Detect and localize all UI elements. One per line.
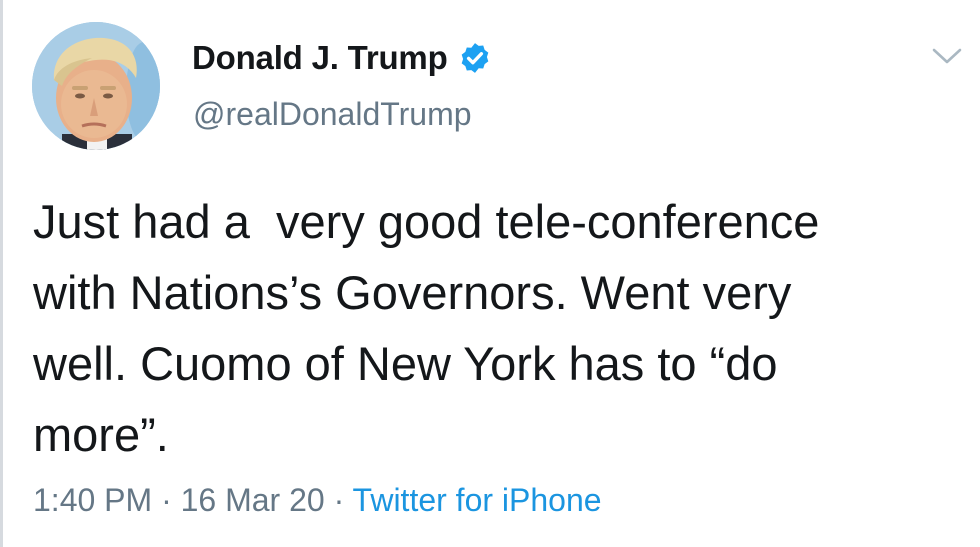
tweet-text-line: more”. — [33, 408, 169, 461]
meta-separator: · — [333, 482, 345, 518]
tweet-date[interactable]: 16 Mar 20 — [181, 482, 325, 518]
avatar[interactable] — [32, 22, 160, 150]
tweet-meta: 1:40 PM · 16 Mar 20 · Twitter for iPhone — [33, 482, 602, 519]
author-display-name[interactable]: Donald J. Trump — [192, 39, 448, 77]
tweet-source-link[interactable]: Twitter for iPhone — [353, 482, 602, 518]
meta-separator: · — [161, 482, 172, 518]
tweet-text-line: Just had a very good tele-conference — [33, 195, 820, 248]
tweet-text-line: with Nations’s Governors. Went very — [33, 266, 792, 319]
verified-badge-icon — [461, 43, 488, 73]
author-name-row: Donald J. Trump — [192, 35, 492, 81]
tweet-text: Just had a very good tele-conference with… — [33, 186, 973, 470]
chevron-down-icon[interactable] — [930, 44, 964, 68]
tweet-text-line: well. Cuomo of New York has to “do — [33, 337, 778, 390]
card-left-border — [0, 0, 3, 547]
avatar-image — [32, 22, 160, 150]
author-handle[interactable]: @realDonaldTrump — [193, 96, 472, 133]
tweet-time[interactable]: 1:40 PM — [33, 482, 152, 518]
tweet-card: Donald J. Trump @realDonaldTrump Just ha… — [0, 0, 980, 547]
